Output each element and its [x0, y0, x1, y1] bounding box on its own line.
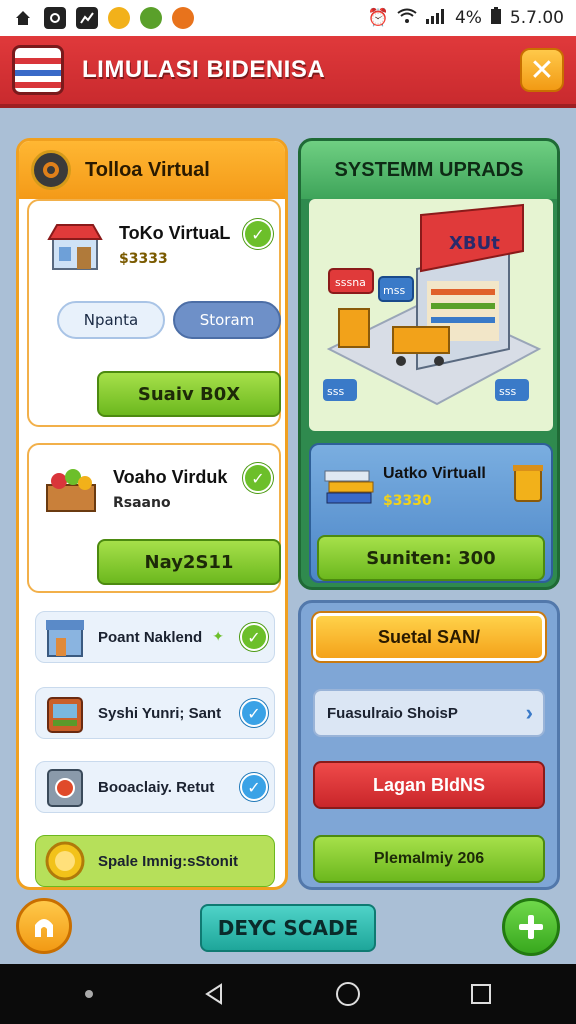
virtual-shop-price: $3330 — [383, 493, 432, 509]
left-panel-header: Tolloa Virtual — [19, 141, 285, 199]
virtual-shop-card: Uatko Virtuall $3330 Suniten: 300 — [309, 443, 553, 583]
price-tag-label: mss — [383, 284, 405, 297]
right-panel-title: SYSTEMM UPRADS — [301, 141, 557, 199]
left-panel-title: Tolloa Virtual — [85, 158, 210, 181]
list-item[interactable]: Booaclaiy. Retut ✓ — [35, 761, 275, 813]
plus-icon — [519, 915, 543, 939]
language-button[interactable]: Lagan BIdNS — [313, 761, 545, 809]
home-arch-icon — [35, 919, 53, 937]
tab-npanta[interactable]: Npanta — [57, 301, 165, 339]
close-button[interactable]: ✕ — [520, 48, 564, 92]
shop-link-label: Fuasulraio ShoisP — [327, 704, 458, 722]
plan-button[interactable]: Plemalmiy 206 — [313, 835, 545, 883]
home-notification-icon — [12, 7, 34, 29]
check-icon[interactable]: ✓ — [243, 463, 273, 493]
battery-icon — [490, 6, 502, 30]
safe-icon — [47, 769, 83, 807]
left-panel: Tolloa Virtual ToKo VirtuaL $3333 ✓ Npan… — [16, 138, 288, 890]
virtual-shop-title: Uatko Virtuall — [383, 465, 486, 482]
app-title: LIMULASI BIDENISA — [82, 56, 326, 83]
add-button[interactable] — [502, 898, 560, 956]
home-circle-icon[interactable] — [335, 981, 361, 1007]
list-item-label: Syshi Yunri; Sant — [98, 704, 222, 722]
bug-badge-icon — [31, 150, 71, 190]
list-item-label: Spale Imnig:sStonit — [98, 852, 239, 870]
list-item-label: Poant Naklend — [98, 628, 203, 646]
list-item[interactable]: Syshi Yunri; Sant ✓ — [35, 687, 275, 739]
store-action-button[interactable]: Suaiv B0X — [97, 371, 281, 417]
sparkle-icon: ✦ — [212, 629, 224, 645]
leaf-notification-icon — [140, 7, 162, 29]
building-icon — [46, 620, 84, 657]
store-card-price: $3333 — [119, 251, 168, 267]
produce-crate-icon — [43, 463, 99, 515]
clock: 5.7.00 — [509, 8, 564, 28]
status-bar: ⏰ 4% 5.7.00 — [0, 0, 576, 36]
trash-bin-icon[interactable] — [511, 461, 545, 503]
gold-badge-icon — [45, 841, 85, 881]
store-sign: XBUt — [449, 233, 500, 254]
list-item[interactable]: Spale Imnig:sStonit — [35, 835, 275, 887]
right-panel: SYSTEMM UPRADS XBUt sssna mss sss sss Ua… — [298, 138, 560, 590]
cash-register-icon — [47, 697, 83, 733]
list-item[interactable]: Poant Naklend ✦ ✓ — [35, 611, 275, 663]
shop-link-button[interactable]: Fuasulraio ShoisP › — [313, 689, 545, 737]
price-tag-label: sssna — [335, 276, 366, 289]
alarm-icon: ⏰ — [367, 8, 389, 28]
shop-icon — [47, 219, 103, 271]
chevron-right-icon: › — [525, 700, 533, 725]
vendor-card-sub: Rsaano — [113, 495, 171, 511]
coin-notification-icon — [108, 7, 130, 29]
dot-icon — [84, 990, 93, 998]
price-tag-label: sss — [327, 385, 344, 398]
check-icon[interactable]: ✓ — [243, 219, 273, 249]
recents-icon[interactable] — [470, 983, 492, 1005]
suitcase-logo-icon — [12, 45, 64, 95]
tab-storam[interactable]: Storam — [173, 301, 281, 339]
submit-button[interactable]: Suniten: 300 — [317, 535, 545, 581]
vendor-card-title: Voaho Virduk — [113, 467, 228, 487]
home-button[interactable] — [16, 898, 72, 954]
action-panel: Suetal SAN/ Fuasulraio ShoisP › Lagan BI… — [298, 600, 560, 890]
battery-percent: 4% — [454, 8, 482, 28]
price-tag-label: sss — [499, 385, 516, 398]
store-card: ToKo VirtuaL $3333 ✓ Npanta Storam Suaiv… — [27, 199, 281, 427]
vendor-action-button[interactable]: Nay2S11 — [97, 539, 281, 585]
check-icon[interactable]: ✓ — [240, 699, 268, 727]
app-notification-icon — [44, 7, 66, 29]
system-nav-bar — [0, 964, 576, 1024]
app-header: LIMULASI BIDENISA ✕ — [0, 36, 576, 108]
vendor-card: Voaho Virduk Rsaano ✓ Nay2S11 — [27, 443, 281, 593]
check-icon[interactable]: ✓ — [240, 773, 268, 801]
signal-icon — [425, 8, 447, 29]
book-stack-icon — [324, 470, 374, 504]
wifi-icon — [397, 8, 417, 29]
store-illustration: XBUt sssna mss sss sss — [309, 199, 553, 431]
deck-button[interactable]: DEYC SCADE — [200, 904, 376, 952]
back-icon[interactable] — [202, 982, 226, 1006]
save-button[interactable]: Suetal SAN/ — [313, 613, 545, 661]
check-icon[interactable]: ✓ — [240, 623, 268, 651]
store-card-title: ToKo VirtuaL — [119, 223, 231, 243]
orange-notification-icon — [172, 7, 194, 29]
chart-notification-icon — [76, 7, 98, 29]
list-item-label: Booaclaiy. Retut — [98, 778, 215, 796]
